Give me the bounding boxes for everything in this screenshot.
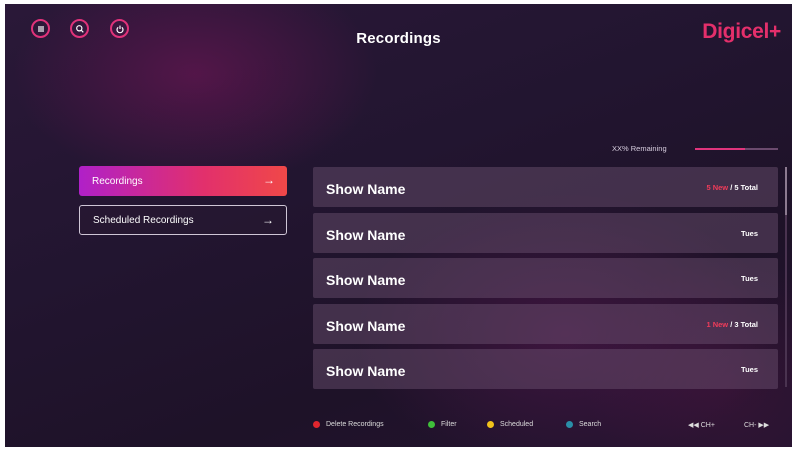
recording-row[interactable]: Show Name Tues (313, 258, 778, 298)
channel-down-label: CH- ▶▶ (744, 422, 770, 429)
arrow-right-icon: → (262, 213, 274, 227)
legend-label: Delete Recordings (326, 421, 384, 428)
legend-label: Filter (441, 421, 457, 428)
recording-row[interactable]: Show Name 1 New / 3 Total (313, 303, 778, 344)
new-count: 1 New (706, 319, 729, 329)
channel-down[interactable]: CH- ▶▶ (744, 421, 769, 429)
storage-bar-fill (695, 148, 745, 150)
recording-row[interactable]: Show Name 5 New / 5 Total (313, 167, 778, 207)
legend-delete: Delete Recordings (313, 421, 384, 428)
show-name: Show Name (326, 317, 406, 334)
recording-count: 5 New / 5 Total (706, 183, 758, 192)
list-scrollbar[interactable] (785, 167, 787, 387)
sidebar-item-scheduled-recordings[interactable]: Scheduled Recordings → (79, 205, 287, 235)
recording-count: 1 New / 3 Total (706, 320, 758, 329)
recording-day: Tues (741, 274, 758, 283)
legend-label: Scheduled (500, 421, 534, 428)
channel-up[interactable]: ◀◀ CH+ (688, 421, 715, 429)
legend-scheduled: Scheduled (487, 421, 533, 428)
scrollbar-thumb[interactable] (785, 167, 787, 215)
sidebar-item-label: Scheduled Recordings (93, 214, 194, 226)
storage-remaining-label: XX% Remaining (612, 144, 667, 153)
recording-day: Tues (741, 228, 758, 238)
blue-button-icon (566, 421, 573, 428)
legend-search: Search (566, 421, 601, 428)
arrow-right-icon: → (263, 173, 275, 187)
total-count: / 5 Total (728, 183, 758, 192)
legend-filter: Filter (428, 421, 457, 428)
total-count: / 3 Total (728, 319, 758, 329)
recording-row[interactable]: Show Name Tues (313, 212, 778, 253)
green-button-icon (428, 421, 435, 428)
recordings-list: Show Name 5 New / 5 Total Show Name Tues… (313, 167, 778, 395)
show-name: Show Name (326, 272, 406, 288)
yellow-button-icon (487, 421, 494, 428)
show-name: Show Name (326, 181, 406, 197)
recording-row[interactable]: Show Name Tues (313, 349, 778, 389)
channel-up-label: ◀◀ CH+ (688, 422, 715, 429)
storage-bar (695, 148, 778, 150)
page-title: Recordings (356, 30, 441, 47)
new-count: 5 New (706, 183, 729, 192)
recording-day: Tues (741, 365, 758, 374)
legend-label: Search (579, 421, 602, 428)
sidebar-item-recordings[interactable]: Recordings → (79, 166, 287, 196)
show-name: Show Name (326, 226, 406, 243)
red-button-icon (313, 421, 320, 428)
sidebar-item-label: Recordings (92, 175, 143, 187)
brand-logo: Digicel+ (702, 20, 781, 43)
show-name: Show Name (326, 363, 406, 379)
